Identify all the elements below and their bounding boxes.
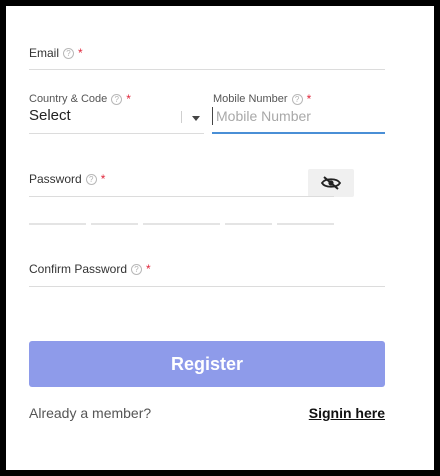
select-separator — [181, 111, 182, 123]
confirm-password-underline — [29, 286, 385, 287]
confirm-password-label-text: Confirm Password — [29, 262, 128, 276]
password-label: Password ? * — [29, 172, 105, 186]
password-strength-segment — [225, 223, 272, 225]
password-field[interactable]: Password ? * — [29, 172, 105, 186]
password-strength-segment — [143, 223, 220, 225]
email-label-text: Email — [29, 46, 60, 60]
country-code-select[interactable]: Select — [29, 107, 71, 124]
password-strength-segment — [29, 223, 86, 225]
chevron-down-icon[interactable] — [192, 116, 200, 121]
signin-link[interactable]: Signin here — [309, 405, 385, 421]
help-icon[interactable]: ? — [85, 173, 97, 185]
required-marker: * — [306, 92, 312, 106]
required-marker: * — [100, 172, 106, 186]
mobile-number-label-text: Mobile Number — [213, 93, 288, 105]
help-icon[interactable]: ? — [131, 263, 143, 275]
registration-card: Email ? * Country & Code ? * Select Mobi… — [6, 6, 434, 470]
country-code-label-text: Country & Code — [29, 93, 108, 105]
email-label: Email ? * — [29, 46, 83, 60]
country-code-label: Country & Code ? * — [29, 92, 131, 106]
help-icon[interactable]: ? — [111, 93, 123, 105]
required-marker: * — [146, 262, 151, 276]
register-button[interactable]: Register — [29, 341, 385, 387]
confirm-password-label: Confirm Password ? * — [29, 262, 151, 276]
email-field[interactable]: Email ? * — [29, 46, 83, 60]
help-icon[interactable]: ? — [63, 47, 75, 59]
password-underline — [29, 196, 334, 197]
mobile-number-label: Mobile Number ? * — [213, 92, 311, 106]
password-strength-segment — [91, 223, 138, 225]
confirm-password-field[interactable]: Confirm Password ? * — [29, 262, 151, 276]
password-strength-segment — [277, 223, 334, 225]
help-icon[interactable]: ? — [291, 93, 303, 105]
mobile-number-underline-active — [212, 132, 385, 134]
country-code-field: Country & Code ? * — [29, 92, 131, 106]
required-marker: * — [126, 92, 131, 106]
mobile-number-field: Mobile Number ? * — [213, 92, 311, 106]
toggle-password-visibility-button[interactable] — [308, 169, 354, 197]
password-label-text: Password — [29, 172, 82, 186]
already-member-text: Already a member? — [29, 405, 152, 421]
required-marker: * — [78, 46, 83, 60]
email-underline — [29, 69, 385, 70]
eye-slash-icon — [321, 176, 341, 190]
country-code-underline — [29, 133, 204, 134]
mobile-number-input[interactable] — [212, 107, 384, 125]
